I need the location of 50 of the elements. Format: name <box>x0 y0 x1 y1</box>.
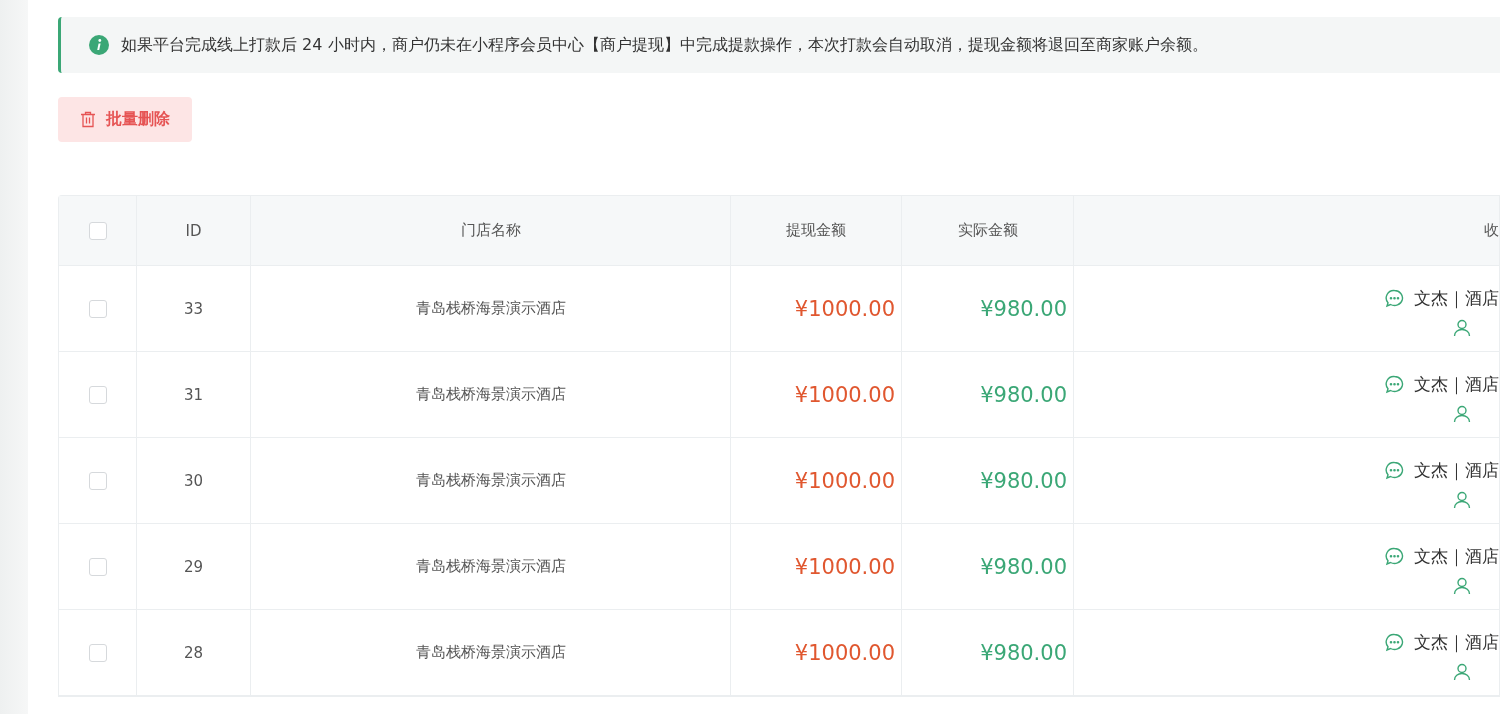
withdraw-amount: ¥1000.00 <box>794 382 896 407</box>
notice-text: 如果平台完成线上打款后 24 小时内，商户仍未在小程序会员中心【商户提现】中完成提款操作，本次打款会自动取消，提现金额将退回至商家账户余额。 <box>121 34 1208 56</box>
table-cell: 33 <box>183 299 204 318</box>
column-header: 收 <box>1484 221 1499 240</box>
payee-name: 文杰｜酒店 <box>1414 458 1499 482</box>
payee-name: 文杰｜酒店 <box>1414 286 1499 310</box>
table-cell: 28 <box>183 643 204 662</box>
person-icon <box>1453 576 1471 595</box>
chat-icon <box>1385 374 1404 394</box>
chat-icon <box>1385 546 1404 566</box>
info-icon <box>89 35 109 55</box>
withdraw-amount: ¥1000.00 <box>794 554 896 579</box>
actual-amount: ¥980.00 <box>980 468 1068 493</box>
trash-icon <box>80 111 96 128</box>
actual-amount: ¥980.00 <box>980 296 1068 321</box>
actual-amount: ¥980.00 <box>980 640 1068 665</box>
chat-icon <box>1385 632 1404 652</box>
person-icon <box>1453 318 1471 337</box>
payee-name: 文杰｜酒店 <box>1414 544 1499 568</box>
actual-amount: ¥980.00 <box>980 554 1068 579</box>
person-icon <box>1453 490 1471 509</box>
table-cell: 青岛栈桥海景演示酒店 <box>415 385 566 404</box>
column-header: ID <box>185 221 202 240</box>
select-all-checkbox[interactable] <box>88 221 107 240</box>
withdraw-amount: ¥1000.00 <box>794 468 896 493</box>
table-cell: 31 <box>183 385 204 404</box>
person-icon <box>1453 662 1471 681</box>
row-checkbox[interactable] <box>88 643 107 662</box>
column-header: 提现金额 <box>786 221 846 240</box>
withdraw-amount: ¥1000.00 <box>794 296 896 321</box>
actual-amount: ¥980.00 <box>980 382 1068 407</box>
row-checkbox[interactable] <box>88 557 107 576</box>
row-checkbox[interactable] <box>88 471 107 490</box>
table-cell: 青岛栈桥海景演示酒店 <box>415 471 566 490</box>
row-checkbox[interactable] <box>88 385 107 404</box>
payee-name: 文杰｜酒店 <box>1414 372 1499 396</box>
table-cell: 青岛栈桥海景演示酒店 <box>415 557 566 576</box>
chat-icon <box>1385 460 1404 480</box>
table-cell: 青岛栈桥海景演示酒店 <box>415 643 566 662</box>
person-icon <box>1453 404 1471 423</box>
table-cell: 青岛栈桥海景演示酒店 <box>415 299 566 318</box>
payee-name: 文杰｜酒店 <box>1414 630 1499 654</box>
column-header: 门店名称 <box>460 221 521 240</box>
batch-delete-button[interactable]: 批量删除 <box>58 97 192 142</box>
table-cell: 29 <box>183 557 204 576</box>
withdraw-amount: ¥1000.00 <box>794 640 896 665</box>
row-checkbox[interactable] <box>88 299 107 318</box>
chat-icon <box>1385 288 1404 308</box>
column-header: 实际金额 <box>957 221 1018 240</box>
table-cell: 30 <box>183 471 204 490</box>
